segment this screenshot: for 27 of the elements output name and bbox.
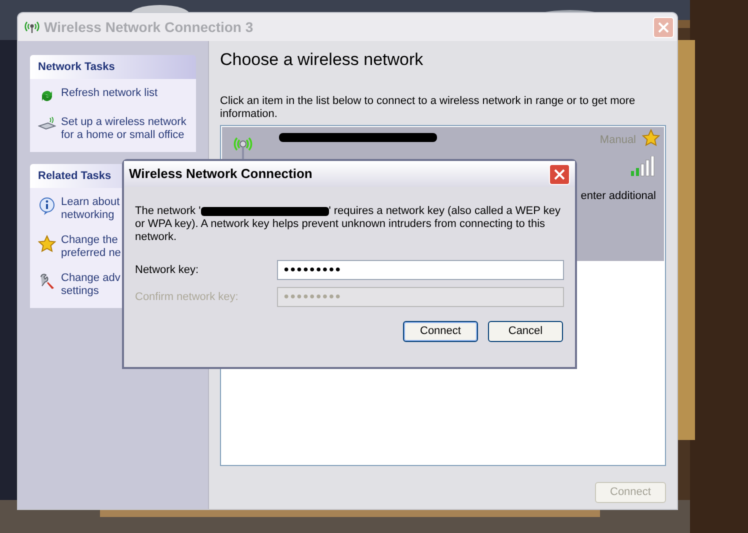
instructions-text: Click an item in the list below to connect to a wireless network in range or to get more information.	[220, 95, 636, 121]
dialog-button[interactable]: Connect	[403, 321, 478, 342]
task-link[interactable]: Set up a wireless network for a home or small office	[61, 116, 186, 142]
dialog-button[interactable]: Cancel	[488, 321, 563, 342]
password-field[interactable]: ●●●●●●●●●	[276, 260, 564, 280]
wrench-icon	[38, 273, 56, 290]
star-icon	[38, 235, 56, 253]
window-title: Wireless Network Connection 3	[44, 18, 254, 36]
password-field: ●●●●●●●●●	[276, 287, 564, 307]
message-text: The network ' ' requires a network key (also called a WEP key or WPA key). A network key helps prevent unknown intruders from connecting to this network.	[135, 205, 562, 244]
field-label: Network key:	[135, 262, 200, 278]
task-link[interactable]: Learn about networking	[61, 196, 120, 222]
router-icon	[38, 117, 56, 131]
close-button[interactable]	[549, 164, 570, 184]
security-label: Manual	[600, 133, 636, 148]
field-label: Confirm network key:	[135, 290, 240, 305]
section-header[interactable]: Network Tasks	[30, 55, 196, 79]
wireless-icon	[23, 21, 41, 33]
task-link[interactable]: Refresh network list	[61, 87, 158, 100]
close-icon	[554, 168, 565, 180]
task-link[interactable]: Change the preferred ne	[61, 234, 121, 260]
page-heading: Choose a wireless network	[220, 49, 424, 71]
network-description: enter additional	[580, 189, 656, 204]
info-icon	[38, 197, 56, 215]
close-icon	[658, 22, 669, 33]
star-icon	[642, 129, 660, 147]
task-link[interactable]: Change adv settings	[61, 272, 120, 298]
